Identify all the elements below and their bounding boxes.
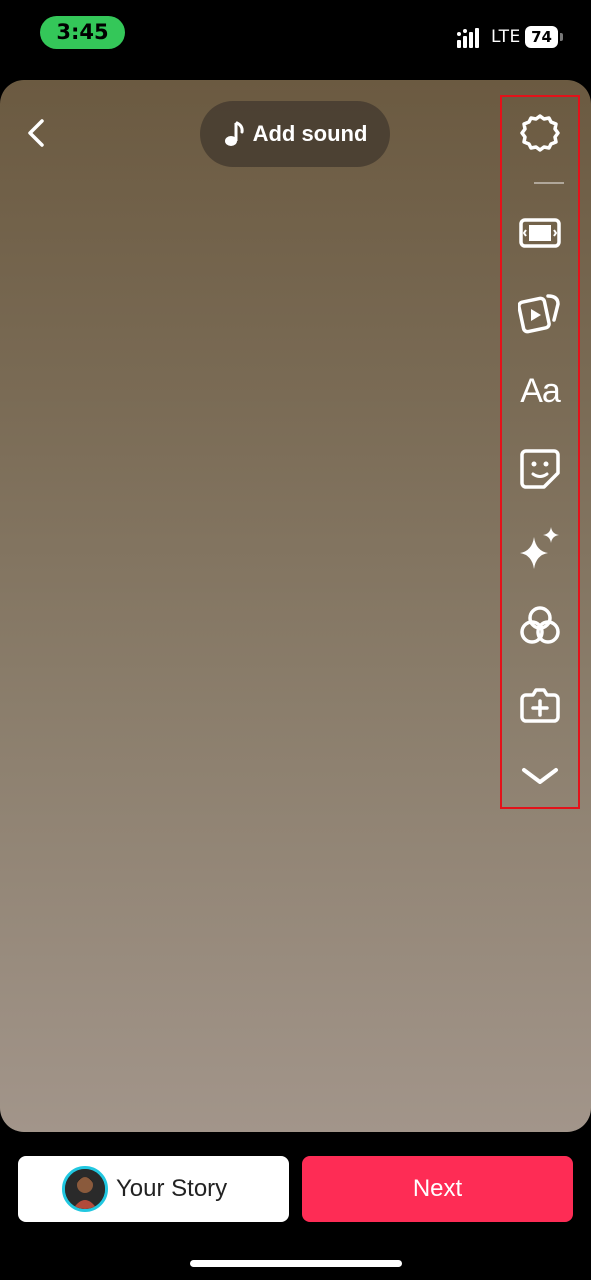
effects-button[interactable] xyxy=(518,525,562,569)
cellular-signal-icon xyxy=(457,28,479,48)
filters-button[interactable] xyxy=(518,604,562,648)
sticker-icon xyxy=(520,449,560,489)
editing-toolbar: Aa xyxy=(500,95,582,811)
camera-plus-icon xyxy=(520,688,560,723)
crop-frame-icon xyxy=(519,218,561,248)
filter-circles-icon xyxy=(520,606,560,644)
video-preview[interactable]: Add sound Aa xyxy=(0,80,591,1132)
back-button[interactable] xyxy=(20,116,54,150)
toolbar-divider xyxy=(534,182,564,184)
avatar xyxy=(62,1166,108,1212)
your-story-label: Your Story xyxy=(116,1175,228,1202)
profile-picture-icon xyxy=(65,1169,105,1209)
sparkles-icon xyxy=(520,527,559,569)
text-icon: Aa xyxy=(520,371,561,410)
battery-level: 74 xyxy=(525,26,558,48)
next-button[interactable]: Next xyxy=(302,1156,573,1222)
your-story-button[interactable]: Your Story xyxy=(18,1156,289,1222)
add-sound-label: Add sound xyxy=(252,121,368,146)
chevron-down-icon xyxy=(522,768,558,784)
carrier-label: LTE xyxy=(491,27,521,47)
add-yours-button[interactable] xyxy=(518,683,562,727)
chevron-left-icon xyxy=(28,119,44,147)
music-note-icon xyxy=(224,121,244,146)
battery-tip xyxy=(560,33,563,41)
adjust-clips-button[interactable] xyxy=(518,211,562,255)
templates-button[interactable] xyxy=(518,290,562,334)
status-bar: 3:45 LTE 74 xyxy=(0,0,591,70)
gear-icon xyxy=(520,114,560,152)
add-sound-button[interactable]: Add sound xyxy=(200,101,390,167)
status-time: 3:45 xyxy=(40,16,125,49)
more-tools-button[interactable] xyxy=(518,755,562,799)
battery-icon: 74 xyxy=(525,26,563,50)
home-indicator[interactable] xyxy=(190,1260,402,1267)
settings-button[interactable] xyxy=(518,112,562,156)
text-button[interactable]: Aa xyxy=(518,369,562,413)
stickers-button[interactable] xyxy=(518,447,562,491)
video-card-icon xyxy=(518,294,560,334)
